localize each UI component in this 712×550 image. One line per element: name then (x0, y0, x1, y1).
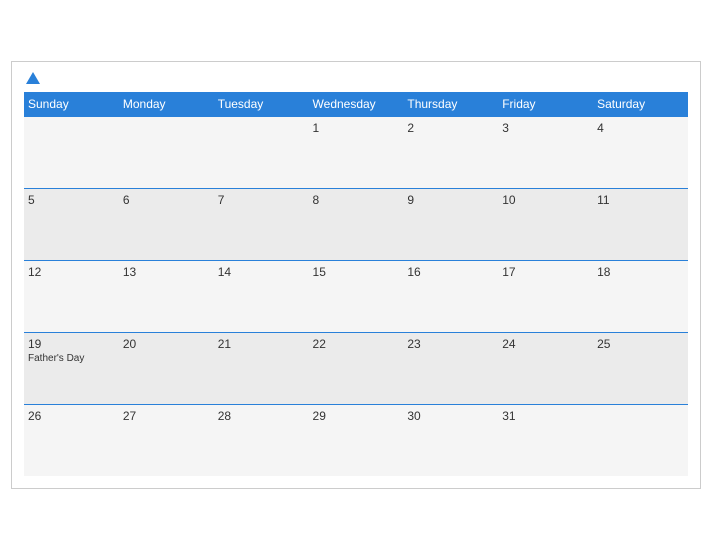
calendar-cell: 12 (24, 260, 119, 332)
calendar-cell: 27 (119, 404, 214, 476)
day-number: 20 (123, 337, 210, 351)
calendar-cell (593, 404, 688, 476)
calendar-week-row: 19 Father's Day 20 21 22 23 24 25 (24, 332, 688, 404)
day-number: 27 (123, 409, 210, 423)
day-number: 11 (597, 193, 684, 207)
calendar-cell: 10 (498, 188, 593, 260)
day-number: 17 (502, 265, 589, 279)
day-number: 8 (313, 193, 400, 207)
calendar-cell (214, 116, 309, 188)
day-number: 19 (28, 337, 115, 351)
day-number: 10 (502, 193, 589, 207)
day-number: 9 (407, 193, 494, 207)
calendar-cell: 26 (24, 404, 119, 476)
calendar-cell (24, 116, 119, 188)
weekday-header-thursday: Thursday (403, 92, 498, 117)
day-number: 12 (28, 265, 115, 279)
weekday-header-row: SundayMondayTuesdayWednesdayThursdayFrid… (24, 92, 688, 117)
day-number: 1 (313, 121, 400, 135)
weekday-header-saturday: Saturday (593, 92, 688, 117)
day-number: 18 (597, 265, 684, 279)
day-number: 31 (502, 409, 589, 423)
calendar-cell: 21 (214, 332, 309, 404)
calendar-cell: 29 (309, 404, 404, 476)
calendar-cell: 13 (119, 260, 214, 332)
day-number: 24 (502, 337, 589, 351)
calendar-header (24, 72, 688, 84)
calendar-cell: 18 (593, 260, 688, 332)
day-number: 30 (407, 409, 494, 423)
calendar-cell: 30 (403, 404, 498, 476)
calendar-cell: 16 (403, 260, 498, 332)
calendar: SundayMondayTuesdayWednesdayThursdayFrid… (11, 61, 701, 490)
calendar-cell: 15 (309, 260, 404, 332)
calendar-table: SundayMondayTuesdayWednesdayThursdayFrid… (24, 92, 688, 477)
calendar-cell: 9 (403, 188, 498, 260)
day-number: 22 (313, 337, 400, 351)
calendar-cell: 6 (119, 188, 214, 260)
calendar-week-row: 1234 (24, 116, 688, 188)
calendar-week-row: 56789 10 11 (24, 188, 688, 260)
calendar-cell (119, 116, 214, 188)
logo (24, 72, 40, 84)
calendar-cell: 7 (214, 188, 309, 260)
weekday-header-tuesday: Tuesday (214, 92, 309, 117)
day-number: 28 (218, 409, 305, 423)
weekday-header-wednesday: Wednesday (309, 92, 404, 117)
weekday-header-monday: Monday (119, 92, 214, 117)
weekday-header-friday: Friday (498, 92, 593, 117)
calendar-cell: 31 (498, 404, 593, 476)
day-event: Father's Day (28, 353, 115, 364)
calendar-cell: 25 (593, 332, 688, 404)
calendar-cell: 22 (309, 332, 404, 404)
calendar-cell: 19 Father's Day (24, 332, 119, 404)
calendar-cell: 5 (24, 188, 119, 260)
day-number: 29 (313, 409, 400, 423)
calendar-week-row: 12 13 14 15 16 17 18 (24, 260, 688, 332)
day-number: 25 (597, 337, 684, 351)
calendar-cell: 11 (593, 188, 688, 260)
calendar-cell: 4 (593, 116, 688, 188)
day-number: 14 (218, 265, 305, 279)
day-number: 7 (218, 193, 305, 207)
day-number: 23 (407, 337, 494, 351)
calendar-cell: 24 (498, 332, 593, 404)
calendar-cell: 20 (119, 332, 214, 404)
calendar-cell: 2 (403, 116, 498, 188)
calendar-cell: 8 (309, 188, 404, 260)
calendar-cell: 14 (214, 260, 309, 332)
day-number: 2 (407, 121, 494, 135)
day-number: 15 (313, 265, 400, 279)
day-number: 5 (28, 193, 115, 207)
day-number: 4 (597, 121, 684, 135)
day-number: 3 (502, 121, 589, 135)
day-number: 26 (28, 409, 115, 423)
day-number: 6 (123, 193, 210, 207)
day-number: 13 (123, 265, 210, 279)
calendar-cell: 28 (214, 404, 309, 476)
day-number: 21 (218, 337, 305, 351)
calendar-cell: 1 (309, 116, 404, 188)
calendar-cell: 17 (498, 260, 593, 332)
calendar-week-row: 26 27 28 29 30 31 (24, 404, 688, 476)
logo-triangle-icon (26, 72, 40, 84)
day-number: 16 (407, 265, 494, 279)
calendar-cell: 23 (403, 332, 498, 404)
weekday-header-sunday: Sunday (24, 92, 119, 117)
calendar-cell: 3 (498, 116, 593, 188)
